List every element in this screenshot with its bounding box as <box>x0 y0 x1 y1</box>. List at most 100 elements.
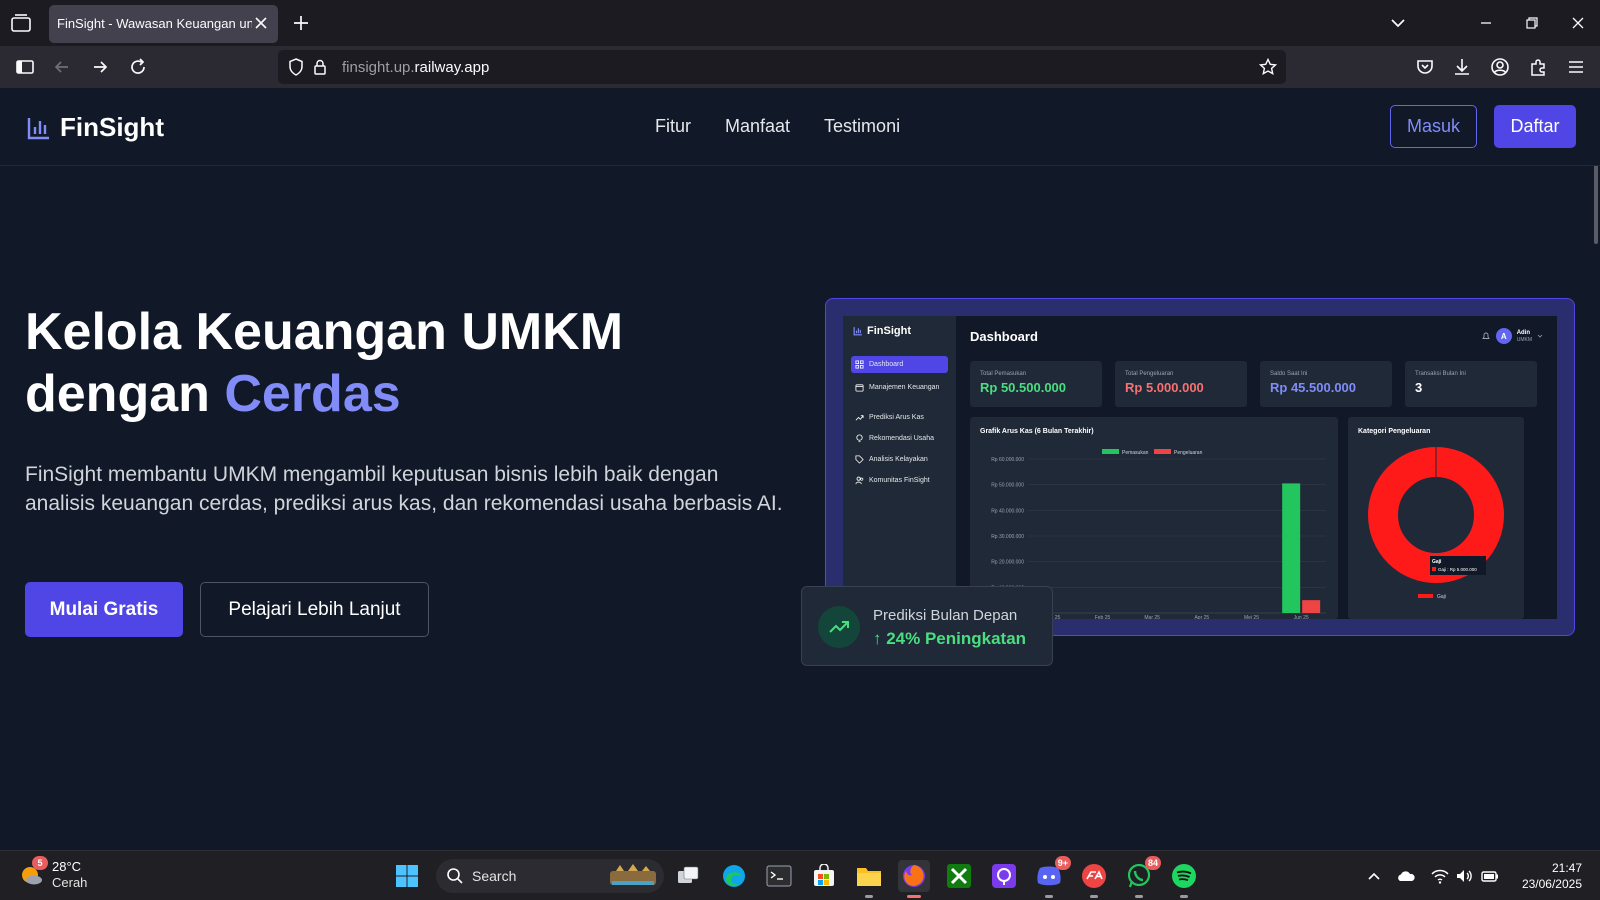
ea-button[interactable] <box>1078 860 1110 898</box>
store-icon <box>814 864 834 886</box>
xtick-label-5: Jun 25 <box>1294 615 1309 619</box>
start-free-button[interactable]: Mulai Gratis <box>25 582 183 637</box>
nav-link-fitur[interactable]: Fitur <box>655 116 691 137</box>
mock-sidebar-label: Manajemen Keuangan <box>869 384 940 391</box>
proton-button[interactable] <box>988 860 1020 892</box>
nav-link-manfaat[interactable]: Manfaat <box>725 116 790 137</box>
grid-icon <box>855 360 864 369</box>
account-icon[interactable] <box>1489 56 1511 78</box>
weather-condition: Cerah <box>52 875 88 890</box>
mock-main: Dashboard A Adin UMKM Total Pemasukan Rp… <box>956 316 1557 619</box>
prediction-value: ↑ 24% Peningkatan <box>873 629 1027 648</box>
volume-icon[interactable] <box>1454 866 1474 886</box>
ytick-label-2: Rp 40.000.000 <box>991 508 1024 514</box>
stat-value: Rp 5.000.000 <box>1125 380 1204 395</box>
mock-sidebar-label: Rekomendasi Usaha <box>869 435 934 442</box>
tab-overflow-chevron-icon[interactable] <box>1386 11 1410 35</box>
stat-label: Transaksi Bulan Ini <box>1415 371 1466 377</box>
forward-icon[interactable] <box>89 56 111 78</box>
stat-card-transaksi: Transaksi Bulan Ini 3 <box>1405 361 1537 407</box>
back-icon[interactable] <box>51 56 73 78</box>
folder-icon <box>857 868 881 886</box>
bell-icon <box>1481 332 1490 339</box>
tab-title: FinSight - Wawasan Keuangan untuk UMKM <box>57 16 252 31</box>
pocket-icon[interactable] <box>1414 56 1436 78</box>
stat-value: 3 <box>1415 380 1423 395</box>
edge-button[interactable] <box>718 860 750 892</box>
mock-page-title: Dashboard <box>970 329 1038 344</box>
spotify-icon <box>1172 864 1196 888</box>
page-viewport: FinSight Fitur Manfaat Testimoni Masuk D… <box>0 88 1600 850</box>
system-clock[interactable]: 21:47 23/06/2025 <box>1522 860 1582 892</box>
whatsapp-badge: 84 <box>1144 856 1161 870</box>
firefox-button[interactable] <box>898 860 930 898</box>
taskbar-search[interactable]: Search <box>436 859 664 893</box>
lock-icon[interactable] <box>310 57 330 77</box>
shield-icon[interactable] <box>286 57 306 77</box>
running-indicator <box>1045 895 1053 898</box>
bar-chart-icon <box>853 327 862 336</box>
edge-icon <box>723 865 745 887</box>
learn-more-button[interactable]: Pelajari Lebih Lanjut <box>200 582 429 637</box>
bar-pengeluaran-5 <box>1302 600 1321 613</box>
wifi-icon[interactable] <box>1430 866 1450 886</box>
minimize-icon[interactable] <box>1474 11 1498 35</box>
site-logo[interactable]: FinSight <box>26 112 164 143</box>
xtick-label-2: Mar 25 <box>1144 615 1160 619</box>
task-view-button[interactable] <box>672 860 704 892</box>
restore-icon[interactable] <box>1520 11 1544 35</box>
xbox-icon <box>947 864 971 888</box>
onedrive-icon[interactable] <box>1396 866 1416 886</box>
start-button[interactable] <box>391 860 423 892</box>
weather-widget[interactable]: 5 28°C Cerah <box>18 856 88 891</box>
url-bar[interactable]: finsight.up.railway.app <box>278 50 1286 84</box>
ytick-label-3: Rp 30.000.000 <box>991 534 1024 540</box>
donut-slice-0 <box>1368 447 1504 583</box>
app-menu-icon[interactable] <box>1565 56 1587 78</box>
battery-icon[interactable] <box>1480 866 1500 886</box>
hero-title-line1: Kelola Keuangan UMKM <box>25 303 624 361</box>
tray-overflow-chevron-icon[interactable] <box>1364 866 1384 886</box>
terminal-icon <box>766 865 792 887</box>
discord-button[interactable]: 9+ <box>1033 856 1071 898</box>
download-icon[interactable] <box>1451 56 1473 78</box>
site-header: FinSight Fitur Manfaat Testimoni Masuk D… <box>0 88 1600 166</box>
spotify-button[interactable] <box>1168 860 1200 898</box>
running-indicator <box>865 895 873 898</box>
stat-label: Total Pengeluaran <box>1125 371 1174 377</box>
legend-swatch-1 <box>1154 449 1171 454</box>
nav-link-testimoni[interactable]: Testimoni <box>824 116 900 137</box>
hero-title-line2: dengan <box>25 365 225 423</box>
hero-description: FinSight membantu UMKM mengambil keputus… <box>25 463 783 515</box>
search-label: Search <box>472 868 517 884</box>
sidebar-toggle-icon[interactable] <box>14 56 36 78</box>
category-chart-card: Kategori Pengeluaran Gaji Gaji : Rp 5.000… <box>1348 417 1524 619</box>
login-button[interactable]: Masuk <box>1390 105 1477 148</box>
register-button[interactable]: Daftar <box>1494 105 1576 148</box>
extensions-icon[interactable] <box>1527 56 1549 78</box>
tooltip-value: Gaji : Rp 5.000.000 <box>1438 567 1477 572</box>
mock-sidebar-item-rekomendasi: Rekomendasi Usaha <box>851 430 948 447</box>
reload-icon[interactable] <box>127 56 149 78</box>
new-tab-icon[interactable] <box>291 13 311 33</box>
close-window-icon[interactable] <box>1566 11 1590 35</box>
wallet-icon <box>855 384 864 392</box>
bookmark-star-icon[interactable] <box>1258 57 1278 77</box>
whatsapp-button[interactable]: 84 <box>1123 856 1161 898</box>
legend-swatch-0 <box>1102 449 1119 454</box>
mock-sidebar-label: Prediksi Arus Kas <box>869 414 924 421</box>
mock-brand-name: FinSight <box>867 325 911 337</box>
store-button[interactable] <box>808 860 840 892</box>
explorer-button[interactable] <box>853 860 885 898</box>
tab-close-icon[interactable] <box>252 14 270 32</box>
pie-legend-swatch-0 <box>1418 594 1433 598</box>
mock-sidebar-item-keuangan: Manajemen Keuangan <box>851 379 948 396</box>
tab-list-icon[interactable] <box>10 13 32 33</box>
browser-tab-active[interactable]: FinSight - Wawasan Keuangan untuk UMKM <box>49 5 278 43</box>
xtick-label-1: Feb 25 <box>1095 615 1111 619</box>
terminal-button[interactable] <box>763 860 795 892</box>
avatar: A <box>1495 328 1512 344</box>
url-text[interactable]: finsight.up.railway.app <box>342 59 489 76</box>
category-donut-chart: Gaji Gaji : Rp 5.000.000 Gaji <box>1368 447 1504 600</box>
xbox-button[interactable] <box>943 860 975 892</box>
